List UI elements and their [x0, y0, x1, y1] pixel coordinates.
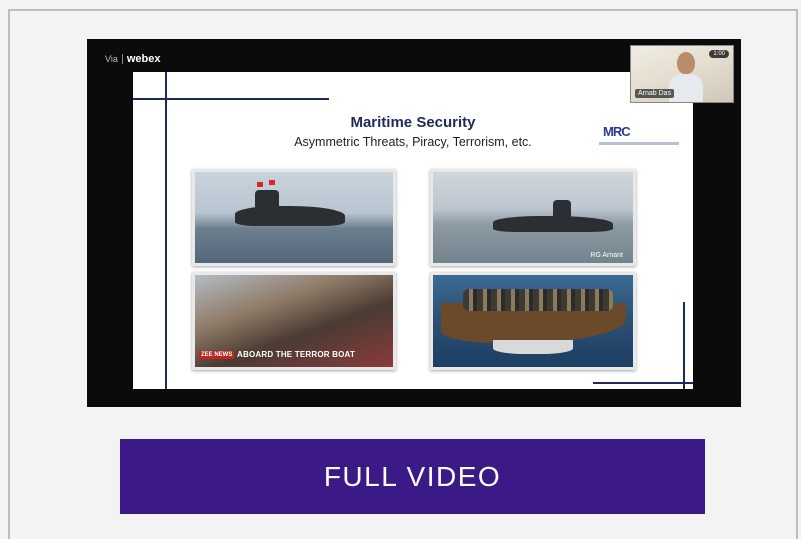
submarine-sail: [553, 200, 571, 220]
slide-title: Maritime Security: [350, 114, 476, 131]
video-screenshot[interactable]: Via webex MRC Maritime Security Asymmetr…: [87, 39, 741, 407]
pirates-photo: [430, 272, 636, 370]
terror-boat-photo: ZEE NEWS ABOARD THE TERROR BOAT: [192, 272, 396, 370]
participant-head: [677, 52, 695, 74]
slide-subtitle: Asymmetric Threats, Piracy, Terrorism, e…: [294, 135, 532, 149]
via-label: Via: [105, 54, 118, 64]
photo-caption: ABOARD THE TERROR BOAT: [237, 350, 356, 359]
webex-watermark: Via webex: [105, 53, 161, 65]
submarine-hull: [235, 206, 345, 226]
participant-figure: [669, 52, 703, 102]
submarine-photo-2: RG Arnant: [430, 169, 636, 266]
skiff-boat: [493, 340, 573, 354]
red-flag: [257, 182, 263, 187]
participant-body: [669, 74, 703, 102]
slide-decor-line-right: [683, 302, 685, 389]
participant-count-badge: 1:00: [709, 50, 729, 58]
news-tag: ZEE NEWS: [199, 351, 235, 359]
full-video-button[interactable]: FULL VIDEO: [120, 439, 705, 514]
participant-name: Arnab Das: [635, 89, 675, 98]
red-flag: [269, 180, 275, 185]
photo-credit: RG Arnant: [590, 252, 623, 259]
slide-decor-line-top: [133, 98, 329, 100]
presentation-slide: MRC Maritime Security Asymmetric Threats…: [133, 72, 693, 389]
slide-decor-line-bottom: [593, 382, 693, 384]
crowd-on-boat: [463, 289, 613, 311]
watermark-divider: [121, 54, 123, 64]
participant-video-tile: 1:00 Arnab Das: [630, 45, 734, 103]
webex-logo: webex: [126, 53, 161, 65]
submarine-photo-1: [192, 169, 396, 266]
submarine-sail: [255, 190, 279, 210]
